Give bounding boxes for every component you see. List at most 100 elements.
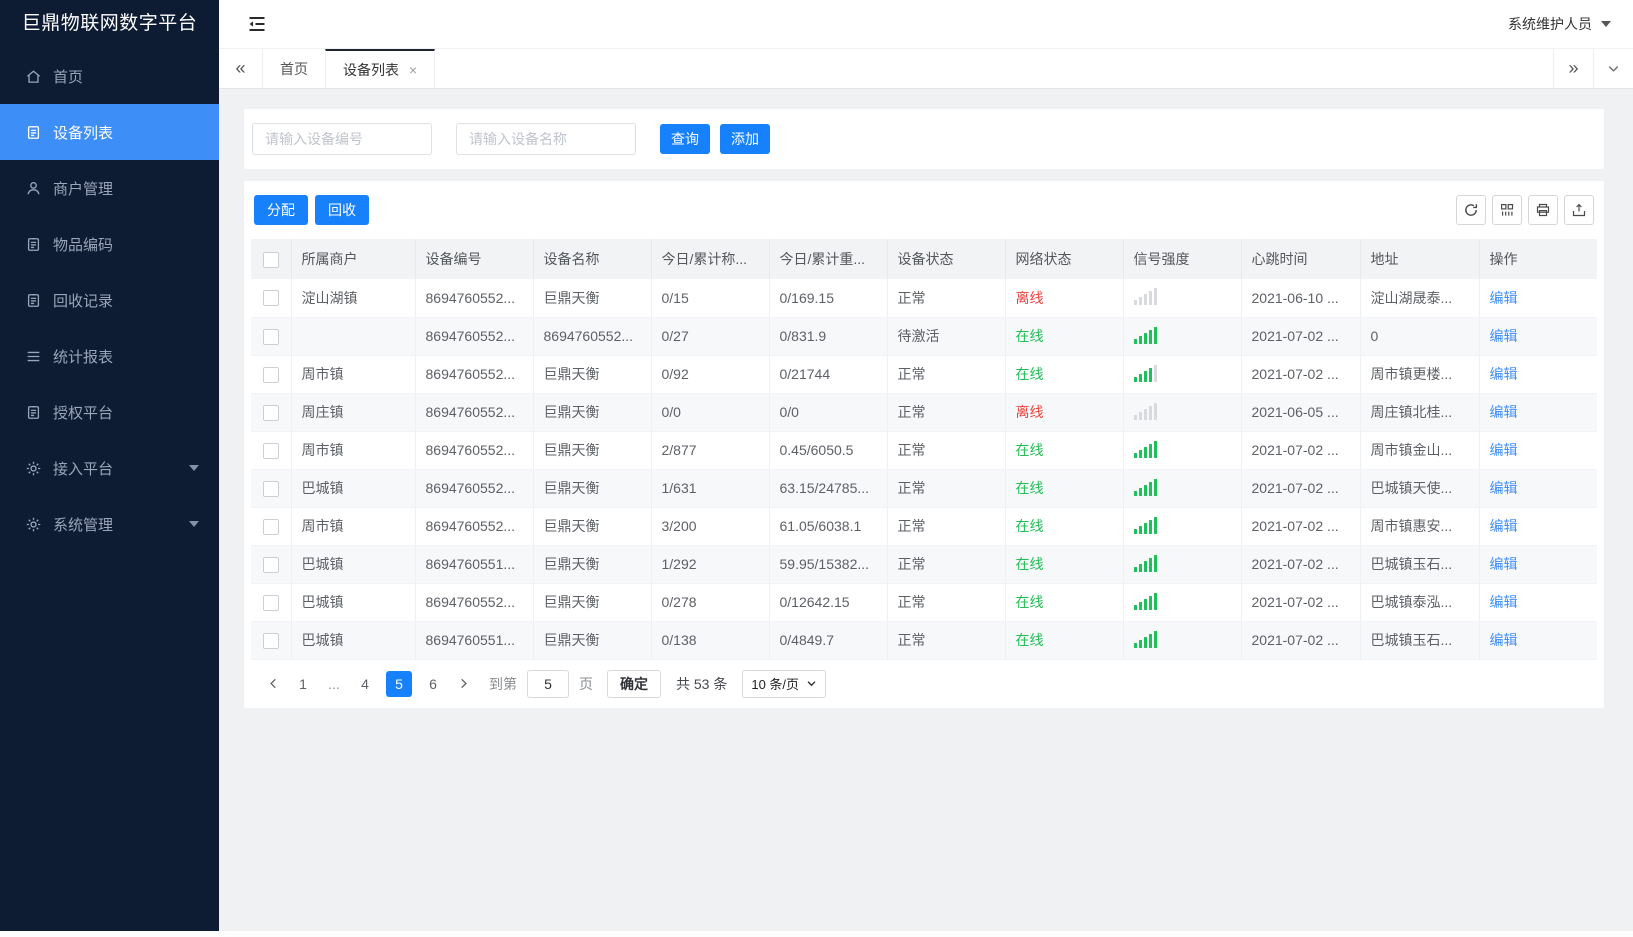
cell-address: 巴城镇泰泓...	[1360, 583, 1480, 622]
cell-network-status: 在线	[1005, 545, 1124, 584]
page-number-4[interactable]: 4	[352, 671, 378, 697]
next-page-button[interactable]	[450, 671, 476, 697]
table-tools	[1456, 195, 1594, 225]
export-icon[interactable]	[1564, 195, 1594, 225]
cell-heartbeat: 2021-07-02 ...	[1241, 507, 1361, 546]
device-name-input[interactable]	[456, 123, 636, 155]
edit-link[interactable]: 编辑	[1490, 366, 1518, 382]
prev-page-button[interactable]	[260, 671, 286, 697]
cell-device-no: 8694760552...	[415, 469, 534, 508]
sidebar-item-物品编码[interactable]: 物品编码	[0, 216, 219, 272]
edit-link[interactable]: 编辑	[1490, 442, 1518, 458]
close-icon[interactable]: ×	[409, 63, 417, 77]
sidebar-item-首页[interactable]: 首页	[0, 48, 219, 104]
edit-link[interactable]: 编辑	[1490, 594, 1518, 610]
sidebar-item-设备列表[interactable]: 设备列表	[0, 104, 219, 160]
edit-link[interactable]: 编辑	[1490, 632, 1518, 648]
sidebar-item-系统管理[interactable]: 系统管理	[0, 496, 219, 552]
device-no-input[interactable]	[252, 123, 432, 155]
sidebar-fold-icon[interactable]	[247, 14, 267, 34]
cell-device-status: 正常	[887, 545, 1006, 584]
table-row: 巴城镇 8694760551... 巨鼎天衡 0/138 0/4849.7 正常 在线 202…	[251, 621, 1597, 660]
cell-address: 巴城镇玉石...	[1360, 545, 1480, 584]
sidebar-item-回收记录[interactable]: 回收记录	[0, 272, 219, 328]
table-header-row: 所属商户 设备编号 设备名称 今日/累计称... 今日/累计重... 设备状态 网络状态 信号…	[251, 239, 1597, 279]
sidebar-item-授权平台[interactable]: 授权平台	[0, 384, 219, 440]
print-icon[interactable]	[1528, 195, 1558, 225]
row-checkbox[interactable]	[262, 594, 279, 611]
edit-link[interactable]: 编辑	[1490, 518, 1518, 534]
edit-link[interactable]: 编辑	[1490, 290, 1518, 306]
cell-merchant: 周市镇	[291, 355, 416, 394]
signal-strength-bars	[1133, 554, 1157, 572]
cell-device-name: 巨鼎天衡	[533, 545, 652, 584]
query-button[interactable]: 查询	[660, 124, 710, 154]
cell-device-no: 8694760552...	[415, 279, 534, 318]
cell-address: 周市镇金山...	[1360, 431, 1480, 470]
sidebar-item-接入平台[interactable]: 接入平台	[0, 440, 219, 496]
row-checkbox[interactable]	[262, 480, 279, 497]
row-checkbox[interactable]	[262, 366, 279, 383]
page-size-value: 10 条/页	[751, 677, 800, 692]
edit-link[interactable]: 编辑	[1490, 480, 1518, 496]
cell-merchant: 巴城镇	[291, 545, 416, 584]
cell-signal	[1123, 621, 1242, 660]
row-checkbox[interactable]	[262, 556, 279, 573]
signal-strength-bars	[1133, 287, 1157, 306]
sidebar-item-商户管理[interactable]: 商户管理	[0, 160, 219, 216]
tabs-scroll-right-button[interactable]: »	[1553, 49, 1593, 88]
edit-link[interactable]: 编辑	[1490, 404, 1518, 420]
cell-device-no: 8694760552...	[415, 431, 534, 470]
cell-today-weight: 0/0	[769, 393, 888, 432]
columns-icon[interactable]	[1492, 195, 1522, 225]
refresh-icon[interactable]	[1456, 195, 1486, 225]
cell-today-weight: 0/831.9	[769, 317, 888, 356]
cell-device-status: 待激活	[887, 317, 1006, 356]
assign-button[interactable]: 分配	[254, 195, 308, 225]
row-checkbox[interactable]	[262, 632, 279, 649]
edit-link[interactable]: 编辑	[1490, 328, 1518, 344]
cell-today-count: 0/15	[651, 279, 770, 318]
user-menu[interactable]: 系统维护人员	[1508, 14, 1611, 34]
page-number-1[interactable]: 1	[290, 671, 316, 697]
recycle-button[interactable]: 回收	[315, 195, 369, 225]
cell-signal	[1123, 279, 1242, 318]
cell-action: 编辑	[1479, 621, 1597, 660]
row-checkbox[interactable]	[262, 518, 279, 535]
row-checkbox[interactable]	[262, 290, 279, 307]
cell-address: 巴城镇玉石...	[1360, 621, 1480, 660]
column-header: 操作	[1479, 239, 1597, 279]
cell-network-status: 在线	[1005, 431, 1124, 470]
cell-heartbeat: 2021-07-02 ...	[1241, 545, 1361, 584]
cell-device-no: 8694760552...	[415, 355, 534, 394]
cell-device-name: 巨鼎天衡	[533, 621, 652, 660]
cell-today-count: 1/631	[651, 469, 770, 508]
cell-today-weight: 0/169.15	[769, 279, 888, 318]
goto-confirm-button[interactable]: 确定	[607, 669, 661, 698]
add-button[interactable]: 添加	[720, 124, 770, 154]
tab-home[interactable]: 首页	[262, 49, 326, 88]
doc-icon	[27, 237, 40, 251]
sidebar-item-label: 物品编码	[53, 236, 114, 254]
select-all-checkbox[interactable]	[262, 251, 279, 268]
cell-device-no: 8694760552...	[415, 583, 534, 622]
column-header: 设备编号	[415, 239, 534, 279]
table-row: 周庄镇 8694760552... 巨鼎天衡 0/0 0/0 正常 离线 2021-06-05…	[251, 393, 1597, 432]
row-checkbox[interactable]	[262, 328, 279, 345]
row-checkbox[interactable]	[262, 404, 279, 421]
cell-signal	[1123, 545, 1242, 584]
tabs-dropdown-button[interactable]	[1593, 49, 1633, 88]
sidebar-item-统计报表[interactable]: 统计报表	[0, 328, 219, 384]
signal-strength-bars	[1133, 402, 1157, 420]
table-row: 巴城镇 8694760552... 巨鼎天衡 1/631 63.15/24785... 正…	[251, 469, 1597, 508]
tabs-scroll-left-button[interactable]: «	[219, 49, 263, 88]
page-number-6[interactable]: 6	[420, 671, 446, 697]
tab-device-list[interactable]: 设备列表 ×	[325, 49, 436, 88]
page-number-5[interactable]: 5	[386, 670, 412, 697]
goto-page-input[interactable]	[527, 669, 569, 698]
cell-heartbeat: 2021-07-02 ...	[1241, 583, 1361, 622]
chevron-down-icon	[1601, 21, 1611, 27]
page-size-select[interactable]: 10 条/页	[742, 669, 827, 698]
row-checkbox[interactable]	[262, 442, 279, 459]
edit-link[interactable]: 编辑	[1490, 556, 1518, 572]
